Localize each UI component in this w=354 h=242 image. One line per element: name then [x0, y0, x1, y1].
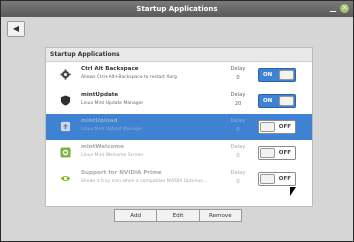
delay-value: 0: [236, 179, 240, 185]
action-buttons: Add Edit Remove: [114, 209, 242, 222]
mint-logo-icon: [60, 147, 71, 158]
list-item[interactable]: mintWelcome Linux Mint Welcome Screen De…: [46, 140, 312, 166]
delay-label: Delay: [230, 170, 246, 176]
delay-label: Delay: [230, 66, 246, 72]
toggle-label: OFF: [278, 124, 291, 130]
delay-label: Delay: [230, 92, 246, 98]
enable-toggle[interactable]: OFF: [258, 120, 296, 134]
toggle-label: ON: [263, 98, 273, 104]
enable-toggle[interactable]: ON: [258, 94, 296, 108]
back-button[interactable]: ◀: [7, 21, 25, 37]
app-name: Support for NVIDIA Prime: [81, 170, 162, 176]
toggle-knob: [260, 148, 275, 158]
toggle-label: OFF: [278, 176, 291, 182]
list-item[interactable]: Ctrl Alt Backspace Allows Ctrl+Alt+Backs…: [46, 62, 312, 88]
minimize-button[interactable]: [330, 6, 336, 12]
delay-label: Delay: [230, 118, 246, 124]
mouse-cursor-icon: [290, 187, 296, 196]
startup-applications-window: Startup Applications ✕ ◀ Startup Applica…: [0, 0, 354, 242]
enable-toggle[interactable]: ON: [258, 68, 296, 82]
remove-button[interactable]: Remove: [199, 209, 242, 222]
window-titlebar: Startup Applications ✕: [1, 1, 353, 17]
app-name: mintWelcome: [81, 144, 124, 150]
app-name: mintUpload: [81, 118, 118, 124]
nvidia-icon: [60, 176, 71, 181]
toggle-label: OFF: [278, 150, 291, 156]
toggle-knob: [260, 122, 275, 132]
app-name: mintUpdate: [81, 92, 119, 98]
gear-icon: [60, 69, 71, 80]
app-description: Linux Mint Upload Manager: [81, 127, 143, 132]
enable-toggle[interactable]: OFF: [258, 146, 296, 160]
upload-icon: [60, 121, 71, 132]
app-description: Shows a tray icon when a compatible NVID…: [81, 179, 208, 184]
delay-value: 0: [236, 153, 240, 159]
enable-toggle[interactable]: OFF: [258, 172, 296, 186]
toggle-knob: [260, 174, 275, 184]
app-name: Ctrl Alt Backspace: [81, 66, 139, 72]
app-description: Linux Mint Update Manager: [81, 101, 144, 106]
list-item[interactable]: mintUpload Linux Mint Upload Manager Del…: [46, 114, 312, 140]
window-title: Startup Applications: [136, 5, 218, 13]
list-item[interactable]: Support for NVIDIA Prime Shows a tray ic…: [46, 166, 312, 192]
add-button[interactable]: Add: [114, 209, 158, 222]
toolbar: ◀: [1, 17, 353, 37]
toggle-label: ON: [263, 72, 273, 78]
delay-value: 20: [234, 101, 242, 107]
close-button[interactable]: ✕: [340, 4, 349, 13]
panel-header: Startup Applications: [46, 48, 312, 62]
toggle-knob: [279, 70, 294, 80]
delay-label: Delay: [230, 144, 246, 150]
edit-button[interactable]: Edit: [157, 209, 200, 222]
shield-icon: [60, 95, 71, 106]
back-arrow-icon: ◀: [12, 24, 20, 33]
startup-list-panel: Startup Applications Ctrl Alt Backspace …: [45, 47, 313, 207]
toggle-knob: [279, 96, 294, 106]
delay-value: 0: [236, 127, 240, 133]
delay-value: 0: [236, 75, 240, 81]
app-description: Linux Mint Welcome Screen: [81, 153, 144, 158]
list-item[interactable]: mintUpdate Linux Mint Update Manager Del…: [46, 88, 312, 114]
app-description: Allows Ctrl+Alt+Backspace to restart Xor…: [81, 75, 177, 80]
